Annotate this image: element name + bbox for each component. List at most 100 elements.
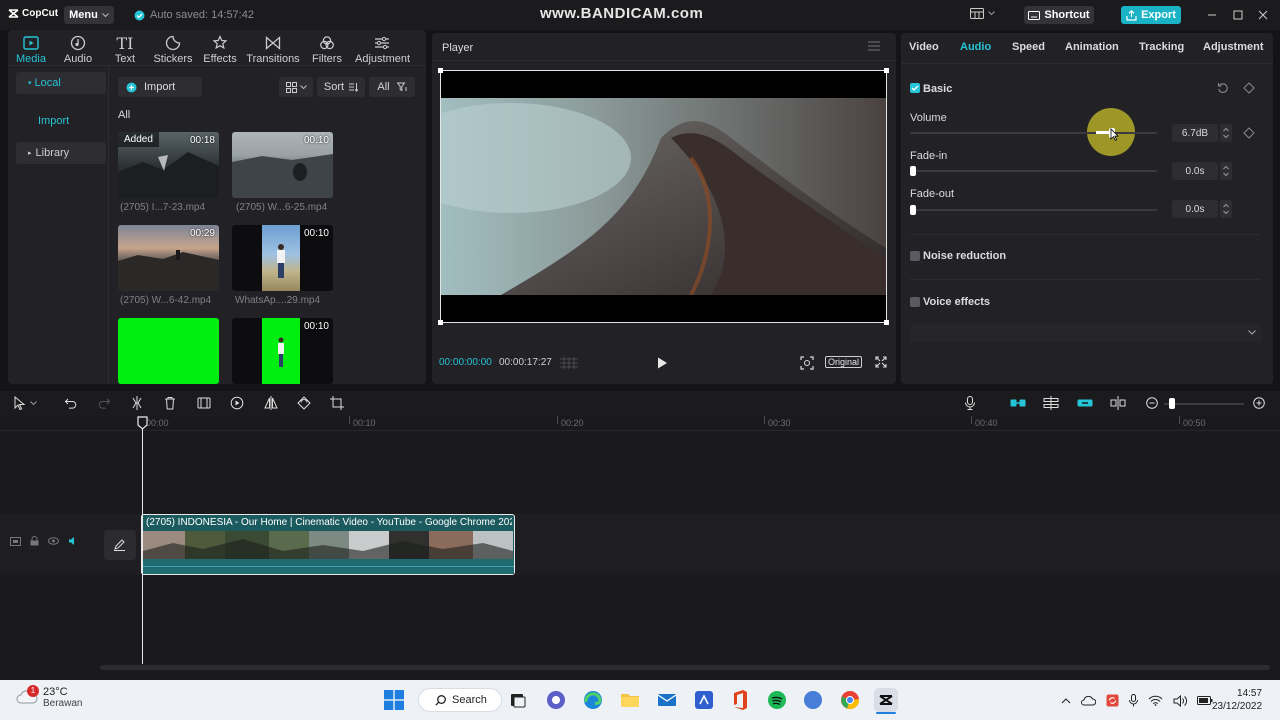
tab-audio[interactable]: Audio: [51, 33, 105, 65]
hamburger-menu-icon[interactable]: [868, 41, 880, 51]
mail-icon[interactable]: [655, 688, 679, 712]
zoom-in-button[interactable]: [1253, 397, 1265, 409]
delete-button[interactable]: [164, 396, 176, 410]
undo-button[interactable]: [64, 397, 77, 409]
video-preview[interactable]: [438, 68, 889, 325]
timeline-scrollbar[interactable]: [100, 665, 1270, 670]
fade-in-stepper[interactable]: [1220, 162, 1232, 180]
lock-icon[interactable]: [30, 536, 39, 546]
weather-widget[interactable]: 1 23°C Berawan: [16, 685, 82, 709]
timecode-grid-icon[interactable]: [560, 357, 578, 369]
resize-handle[interactable]: [438, 320, 443, 325]
capcut-taskbar-icon[interactable]: [874, 688, 898, 712]
rotate-button[interactable]: [297, 396, 311, 410]
tab-adjustment[interactable]: Adjustment: [355, 33, 410, 65]
eye-icon[interactable]: [48, 537, 59, 545]
linkage-button[interactable]: [1077, 397, 1093, 409]
taskbar-search[interactable]: Search: [418, 688, 502, 712]
aspect-ratio-button[interactable]: Original: [825, 356, 863, 368]
tab-tracking[interactable]: Tracking: [1139, 41, 1184, 53]
teams-chat-icon[interactable]: [544, 688, 568, 712]
close-button[interactable]: [1256, 8, 1270, 22]
media-item[interactable]: 00:10: [232, 132, 333, 198]
microphone-icon[interactable]: [1129, 694, 1138, 707]
media-item[interactable]: 00:10: [232, 225, 333, 291]
edit-cover-button[interactable]: [104, 530, 136, 560]
keyframe-button[interactable]: [1243, 82, 1255, 94]
onedrive-icon[interactable]: [1081, 695, 1096, 706]
microphone-button[interactable]: [964, 396, 976, 410]
sidebar-item-import[interactable]: Import: [16, 110, 106, 132]
layout-button[interactable]: [970, 8, 995, 19]
freeze-button[interactable]: [197, 396, 211, 410]
media-item[interactable]: 00:10: [232, 318, 333, 384]
tab-filters[interactable]: Filters: [300, 33, 354, 65]
keyframe-diamond-icon[interactable]: [1243, 127, 1255, 139]
task-view-icon[interactable]: [506, 688, 530, 712]
resize-handle[interactable]: [884, 320, 889, 325]
view-mode-button[interactable]: [279, 77, 313, 97]
auto-snap-button[interactable]: [1043, 396, 1059, 410]
fullscreen-button[interactable]: [875, 356, 887, 368]
basic-checkbox[interactable]: [910, 83, 920, 93]
play-button[interactable]: [657, 357, 668, 369]
edge-browser-icon[interactable]: [581, 688, 605, 712]
visual-studio-icon[interactable]: [692, 688, 716, 712]
tab-audio[interactable]: Audio: [960, 41, 991, 53]
tab-speed[interactable]: Speed: [1012, 41, 1045, 53]
maximize-button[interactable]: [1231, 8, 1245, 22]
playhead-handle[interactable]: [137, 416, 148, 430]
menu-button[interactable]: Menu: [64, 6, 114, 24]
tab-adjustment[interactable]: Adjustment: [1203, 41, 1264, 53]
resize-handle[interactable]: [438, 68, 443, 73]
export-button[interactable]: Export: [1121, 6, 1181, 24]
canva-icon[interactable]: [801, 688, 825, 712]
playhead[interactable]: [142, 418, 143, 664]
zoom-out-button[interactable]: [1146, 397, 1158, 409]
chrome-icon[interactable]: [838, 688, 862, 712]
resize-handle[interactable]: [884, 68, 889, 73]
fade-out-slider[interactable]: [910, 209, 1157, 211]
reverse-button[interactable]: [230, 396, 244, 410]
fade-out-value[interactable]: 0.0s: [1172, 200, 1218, 218]
file-explorer-icon[interactable]: [618, 688, 642, 712]
split-button[interactable]: [131, 396, 143, 410]
fade-out-slider-knob[interactable]: [910, 205, 916, 215]
tab-media[interactable]: Media: [4, 33, 58, 65]
sidebar-item-library[interactable]: ▸ Library: [16, 142, 106, 164]
shortcut-button[interactable]: Shortcut: [1024, 6, 1094, 24]
speaker-icon[interactable]: [68, 536, 78, 546]
noise-reduction-checkbox[interactable]: [910, 251, 920, 261]
voice-effects-checkbox[interactable]: [910, 297, 920, 307]
crop-button[interactable]: [330, 396, 344, 410]
minimize-button[interactable]: [1205, 8, 1219, 22]
volume-slider[interactable]: [910, 132, 1157, 134]
select-tool-button[interactable]: [14, 396, 37, 410]
sort-button[interactable]: Sort: [317, 77, 365, 97]
media-item[interactable]: [118, 318, 219, 384]
redo-button[interactable]: [98, 397, 111, 409]
volume-stepper[interactable]: [1220, 124, 1232, 142]
sync-icon[interactable]: [1106, 694, 1119, 707]
main-track-magnet-button[interactable]: [1010, 397, 1026, 409]
office-icon[interactable]: [728, 688, 752, 712]
voice-effects-dropdown[interactable]: [910, 324, 1262, 342]
tab-video[interactable]: Video: [909, 41, 939, 53]
zoom-slider[interactable]: [1164, 403, 1244, 405]
battery-icon[interactable]: [1197, 696, 1213, 705]
filter-button[interactable]: All: [369, 77, 415, 97]
tab-text[interactable]: TI Text: [98, 33, 152, 66]
tab-animation[interactable]: Animation: [1065, 41, 1119, 53]
fade-in-value[interactable]: 0.0s: [1172, 162, 1218, 180]
start-button[interactable]: [384, 690, 404, 710]
volume-value[interactable]: 6.7dB: [1172, 124, 1218, 142]
spotify-icon[interactable]: [765, 688, 789, 712]
volume-icon[interactable]: [1173, 694, 1187, 707]
fade-in-slider-knob[interactable]: [910, 166, 916, 176]
chevron-up-icon[interactable]: [1061, 697, 1071, 704]
media-item[interactable]: 00:29: [118, 225, 219, 291]
reset-button[interactable]: [1217, 82, 1229, 94]
tab-transitions[interactable]: Transitions: [246, 33, 300, 65]
mirror-button[interactable]: [264, 396, 278, 410]
fade-out-stepper[interactable]: [1220, 200, 1232, 218]
